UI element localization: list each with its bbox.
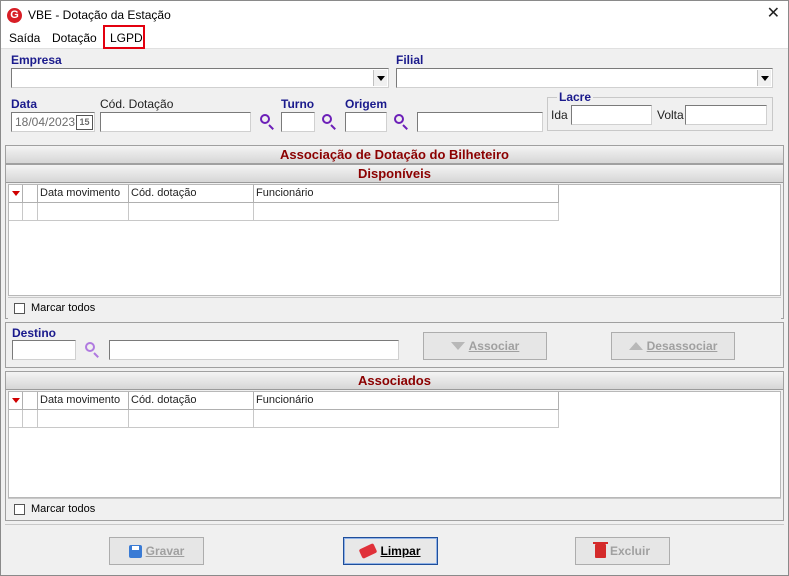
chevron-down-icon[interactable]	[757, 70, 771, 86]
turno-input[interactable]	[281, 112, 315, 132]
excluir-button[interactable]: Excluir	[575, 537, 670, 565]
destino-label: Destino	[12, 326, 57, 340]
filial-label: Filial	[396, 53, 424, 67]
table-row[interactable]	[129, 203, 254, 221]
close-icon[interactable]: ✕	[767, 5, 780, 23]
turno-label: Turno	[281, 97, 315, 111]
sort-indicator-icon[interactable]	[9, 392, 23, 410]
lgpd-highlight-box	[103, 25, 145, 49]
associados-marcar-todos-label: Marcar todos	[31, 503, 96, 515]
associados-marcar-todos-checkbox[interactable]	[14, 504, 25, 515]
filial-select[interactable]	[396, 68, 773, 88]
search-origem-icon[interactable]	[393, 113, 409, 131]
arrow-down-icon	[450, 342, 465, 350]
volta-label: Volta	[657, 108, 684, 122]
disponiveis-marcar-todos-row: Marcar todos	[8, 297, 781, 319]
arrow-up-icon	[628, 342, 643, 350]
table-row[interactable]	[254, 410, 559, 428]
empresa-label: Empresa	[11, 53, 62, 67]
ida-label: Ida	[551, 108, 568, 122]
associados-title: Associados	[6, 372, 783, 390]
cod-dotacao-input[interactable]	[100, 112, 251, 132]
table-row[interactable]	[129, 410, 254, 428]
lacre-label: Lacre	[557, 90, 594, 104]
table-row[interactable]	[254, 203, 559, 221]
grid-header-select	[23, 392, 38, 410]
disponiveis-marcar-todos-label: Marcar todos	[31, 302, 96, 314]
table-row[interactable]	[23, 203, 38, 221]
menu-item-saida[interactable]: Saída	[9, 31, 40, 45]
origem-label: Origem	[345, 97, 388, 111]
origem-description-input[interactable]	[417, 112, 543, 132]
empresa-select[interactable]	[11, 68, 389, 88]
main-section-title: Associação de Dotação do Bilheteiro	[5, 145, 784, 164]
save-disk-icon	[128, 544, 142, 558]
table-row[interactable]	[9, 410, 23, 428]
sort-indicator-icon[interactable]	[9, 185, 23, 203]
cod-dotacao-label: Cód. Dotação	[100, 97, 174, 111]
search-cod-dotacao-icon[interactable]	[259, 113, 275, 131]
search-destino-icon[interactable]	[84, 341, 100, 359]
menu-item-dotacao[interactable]: Dotação	[52, 31, 97, 45]
origem-code-input[interactable]	[345, 112, 387, 132]
col-cod-dotacao[interactable]: Cód. dotação	[129, 392, 254, 410]
associados-section: Associados Data movimento Cód. dotação F…	[5, 371, 784, 521]
lacre-volta-input[interactable]	[685, 105, 767, 125]
col-data-movimento[interactable]: Data movimento	[38, 392, 129, 410]
data-field[interactable]: 18/04/2023 15	[11, 112, 95, 132]
trash-icon	[592, 542, 608, 558]
app-logo-icon: G	[7, 8, 22, 23]
lacre-ida-input[interactable]	[571, 105, 652, 125]
action-bar: Gravar Limpar Excluir	[5, 524, 784, 572]
desassociar-button[interactable]: Desassociar	[611, 332, 735, 360]
window-title: VBE - Dotação da Estação	[28, 8, 171, 22]
table-row[interactable]	[38, 410, 129, 428]
col-funcionario[interactable]: Funcionário	[254, 392, 559, 410]
app-window: G VBE - Dotação da Estação ✕ Saída Dotaç…	[0, 0, 789, 576]
associar-button[interactable]: Associar	[423, 332, 547, 360]
associados-marcar-todos-row: Marcar todos	[8, 498, 781, 520]
table-row[interactable]	[38, 203, 129, 221]
associados-grid[interactable]: Data movimento Cód. dotação Funcionário	[8, 391, 781, 498]
col-cod-dotacao[interactable]: Cód. dotação	[129, 185, 254, 203]
table-row[interactable]	[23, 410, 38, 428]
data-label: Data	[11, 97, 38, 111]
calendar-icon[interactable]: 15	[76, 115, 93, 130]
destino-description-input[interactable]	[109, 340, 399, 360]
disponiveis-marcar-todos-checkbox[interactable]	[14, 303, 25, 314]
grid-header-select	[23, 185, 38, 203]
destino-section: Destino Associar Desassociar	[5, 322, 784, 368]
col-data-movimento[interactable]: Data movimento	[38, 185, 129, 203]
table-row[interactable]	[9, 203, 23, 221]
disponiveis-title: Disponíveis	[6, 165, 783, 183]
search-turno-icon[interactable]	[321, 113, 337, 131]
destino-code-input[interactable]	[12, 340, 76, 360]
col-funcionario[interactable]: Funcionário	[254, 185, 559, 203]
gravar-button[interactable]: Gravar	[109, 537, 204, 565]
disponiveis-section: Disponíveis Data movimento Cód. dotação …	[5, 164, 784, 319]
disponiveis-grid[interactable]: Data movimento Cód. dotação Funcionário	[8, 184, 781, 296]
eraser-icon	[359, 543, 378, 559]
chevron-down-icon[interactable]	[373, 70, 387, 86]
limpar-button[interactable]: Limpar	[343, 537, 438, 565]
